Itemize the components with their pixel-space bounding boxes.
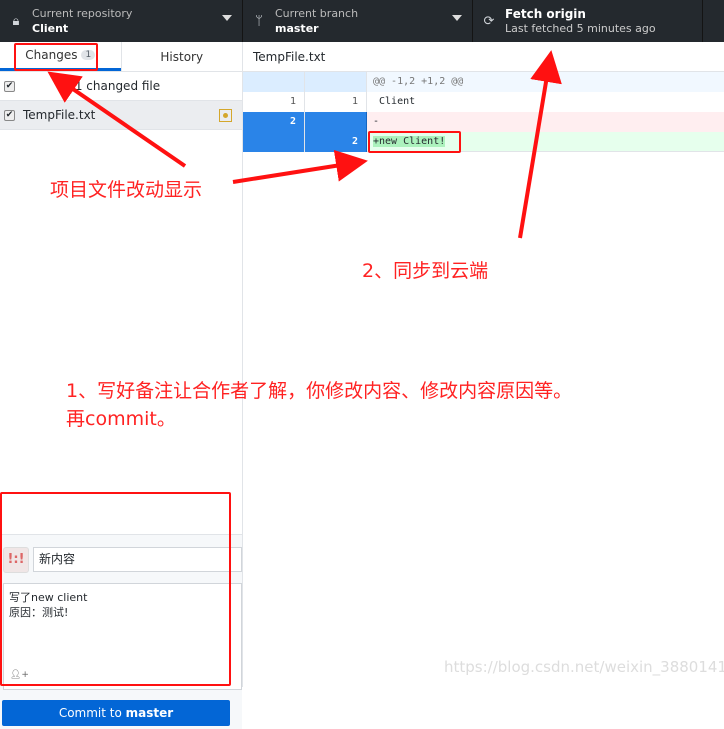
annotation-arrows bbox=[47, 50, 562, 239]
annotation-sync: 2、同步到云端 bbox=[362, 260, 489, 282]
commit-button-branch: master bbox=[125, 706, 174, 720]
annotation-commit-line1: 1、写好备注让合作者了解，你修改内容、修改内容原因等。 bbox=[66, 380, 573, 402]
arrow-to-diff bbox=[232, 149, 368, 184]
annotation-file-changes: 项目文件改动显示 bbox=[50, 179, 203, 201]
arrow-to-fetch bbox=[518, 50, 562, 239]
watermark: https://blog.csdn.net/weixin_38801410 bbox=[444, 658, 724, 676]
annotation-commit-line2: 再commit。 bbox=[66, 408, 176, 430]
commit-button[interactable]: Commit to master bbox=[2, 700, 230, 726]
arrow-to-changes bbox=[47, 71, 187, 168]
commit-button-prefix: Commit to bbox=[58, 706, 126, 720]
